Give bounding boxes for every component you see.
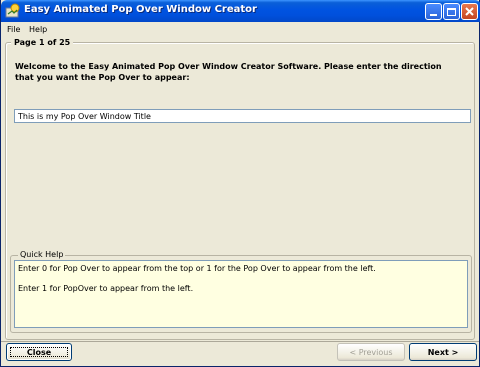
title-bar[interactable]: Easy Animated Pop Over Window Creator xyxy=(1,0,480,22)
maximize-button[interactable] xyxy=(443,3,460,20)
page-indicator: Page 1 of 25 xyxy=(11,37,74,48)
previous-button-label: < Previous xyxy=(349,347,393,357)
menu-bar: File Help xyxy=(1,23,479,36)
title-input[interactable] xyxy=(14,109,471,123)
maximize-icon xyxy=(447,7,456,16)
minimize-icon xyxy=(430,14,437,16)
menu-help[interactable]: Help xyxy=(29,23,47,36)
welcome-text: Welcome to the Easy Animated Pop Over Wi… xyxy=(15,62,442,82)
close-button[interactable]: Close xyxy=(6,343,72,361)
focus-rect xyxy=(10,347,68,357)
next-button-label: Next > xyxy=(427,347,459,357)
close-window-button[interactable] xyxy=(461,3,478,20)
menu-file[interactable]: File xyxy=(7,23,20,36)
app-window: Easy Animated Pop Over Window Creator Fi… xyxy=(0,0,480,367)
window-title: Easy Animated Pop Over Window Creator xyxy=(24,4,257,15)
quick-help-legend: Quick Help xyxy=(18,249,66,260)
quick-help-line: Enter 1 for PopOver to appear from the l… xyxy=(18,284,194,293)
close-icon xyxy=(465,7,474,16)
app-icon xyxy=(5,3,20,18)
previous-button[interactable]: < Previous xyxy=(337,343,405,361)
minimize-button[interactable] xyxy=(425,3,442,20)
quick-help-box: Enter 0 for Pop Over to appear from the … xyxy=(14,260,468,328)
button-separator xyxy=(1,341,479,342)
next-button[interactable]: Next > xyxy=(409,343,477,361)
quick-help-line: Enter 0 for Pop Over to appear from the … xyxy=(18,264,376,273)
